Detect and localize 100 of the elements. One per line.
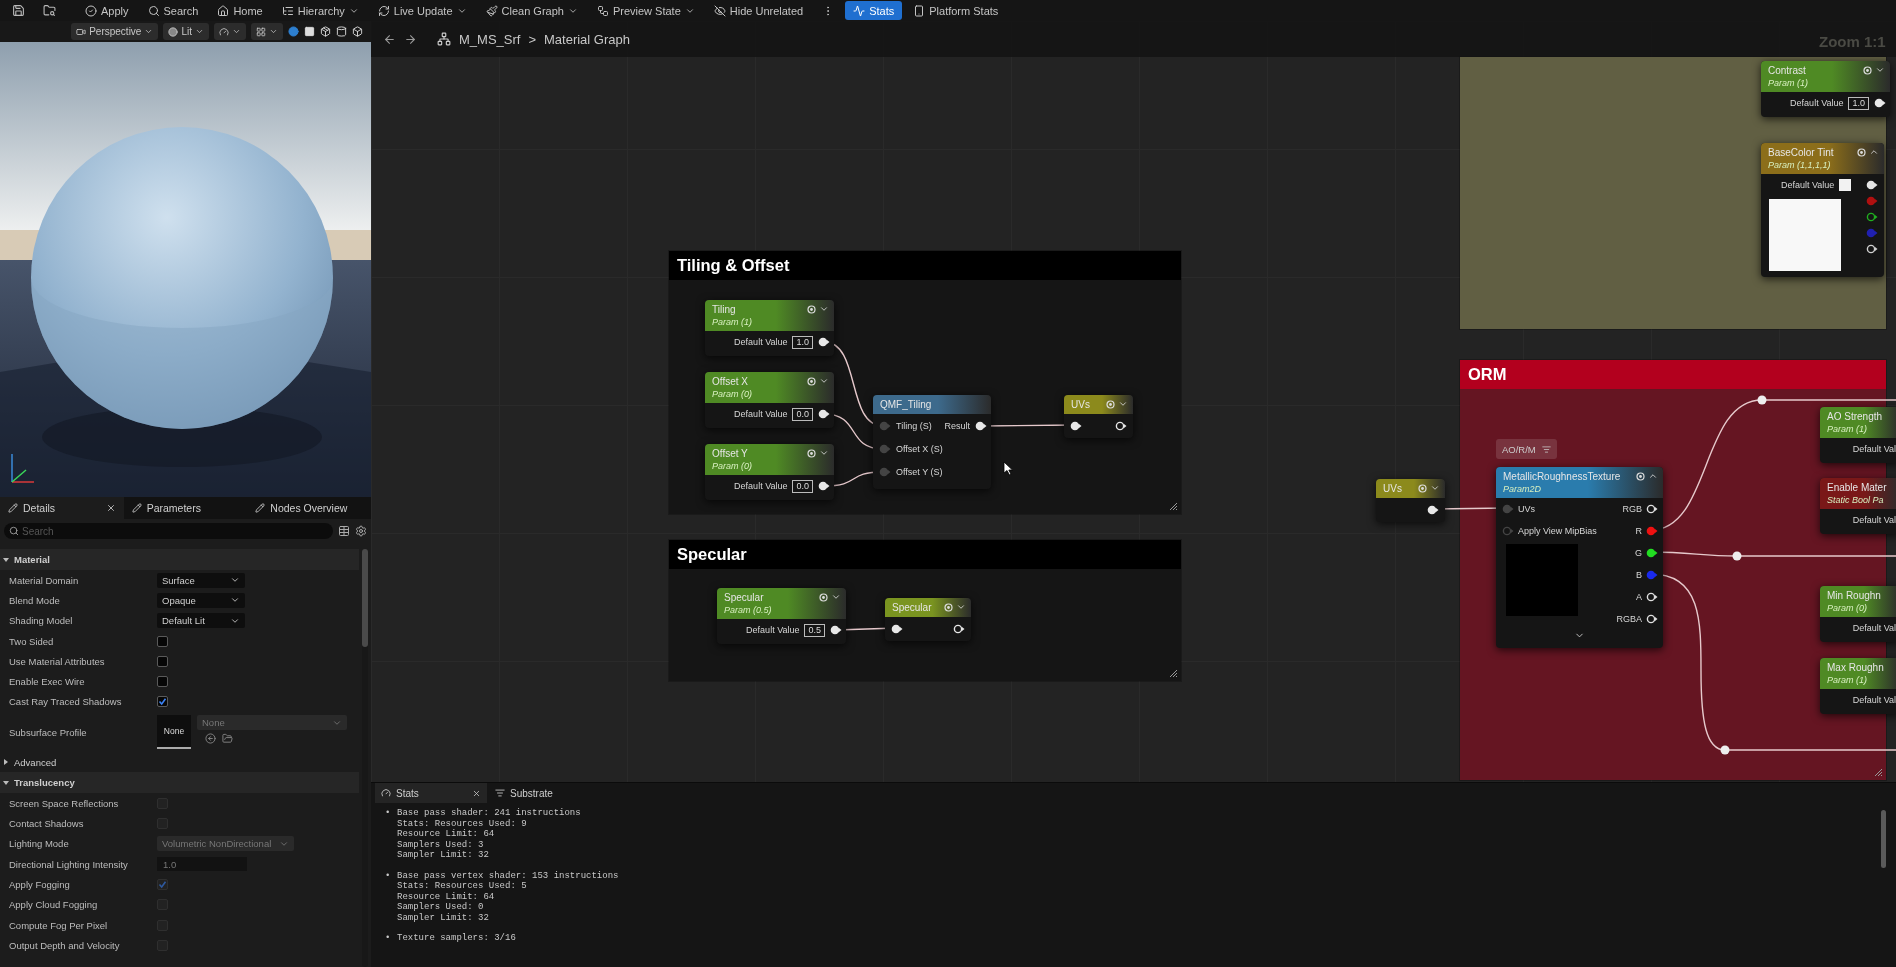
color-swatch[interactable] xyxy=(1839,179,1852,191)
graph-node[interactable]: Min Roughn Param (0) Default Val xyxy=(1820,586,1896,642)
scrollbar[interactable] xyxy=(1881,810,1886,868)
bullet: • xyxy=(385,808,392,820)
checkbox[interactable] xyxy=(157,635,168,647)
node-header[interactable]: Contrast Param (1) xyxy=(1761,61,1890,92)
pin-icon[interactable] xyxy=(1866,180,1878,190)
group-header[interactable]: Advanced xyxy=(0,752,359,773)
graph-node[interactable]: Offset X Param (0) Default Value 0.0 xyxy=(705,372,834,428)
expander-icon[interactable] xyxy=(2,778,10,787)
toolbar-button[interactable]: Apply xyxy=(77,1,137,20)
circle-dot-icon xyxy=(807,376,816,386)
property-label: Compute Fog Per Pixel xyxy=(9,919,109,931)
node-title: Tiling xyxy=(712,303,737,316)
chevron-down-icon xyxy=(269,27,278,36)
pin-icon[interactable] xyxy=(953,624,965,634)
node-header[interactable]: Tiling Param (1) xyxy=(705,300,834,331)
pin-icon[interactable] xyxy=(830,625,842,635)
node-header[interactable]: QMF_Tiling xyxy=(873,395,991,414)
viewport-dropdown[interactable] xyxy=(214,23,246,40)
dropdown[interactable]: Default Lit xyxy=(157,613,245,629)
value-field[interactable]: 0.5 xyxy=(804,623,825,637)
toolbar-button[interactable]: Search xyxy=(139,1,207,20)
reroute-knot[interactable] xyxy=(1757,395,1767,405)
breadcrumb-link[interactable]: M_MS_Srf xyxy=(459,31,521,47)
panel-tab[interactable]: Details xyxy=(0,497,124,519)
pin-icon[interactable] xyxy=(1646,548,1658,558)
pin-icon[interactable] xyxy=(1874,98,1886,108)
toolbar-button[interactable]: Hide Unrelated xyxy=(705,1,812,20)
breadcrumb-separator: > xyxy=(528,31,536,47)
graph-node[interactable]: QMF_Tiling Tiling (S) Offset X (S) Offset Y (S) Result xyxy=(873,395,991,489)
value-field[interactable]: 1.0 xyxy=(1848,96,1869,110)
toolbar-button[interactable]: Stats xyxy=(845,1,903,20)
value-field[interactable]: 0.0 xyxy=(792,407,813,421)
node-header[interactable]: Max Roughn Param (1) xyxy=(1820,658,1896,689)
property-label: Two Sided xyxy=(9,635,55,647)
node-header[interactable]: BaseColor Tint Param (1,1,1,1) xyxy=(1761,143,1884,174)
toolbar-button[interactable]: Home xyxy=(209,1,271,20)
node-subtitle: Param (0) xyxy=(712,460,752,472)
toolbar-button[interactable]: Hierarchy xyxy=(273,1,367,20)
node-header[interactable]: Min Roughn Param (0) xyxy=(1820,586,1896,617)
graph-node[interactable]: Tiling Param (1) Default Value 1.0 xyxy=(705,300,834,356)
graph-node[interactable]: Offset Y Param (0) Default Value 0.0 xyxy=(705,444,834,500)
value-field[interactable]: 0.0 xyxy=(792,479,813,493)
pin-icon[interactable] xyxy=(1866,244,1878,254)
scrollbar[interactable] xyxy=(362,549,368,967)
comment-title[interactable]: ORM xyxy=(1460,360,1886,389)
value-field[interactable]: 1.0 xyxy=(792,335,813,349)
comment-title[interactable]: Specular xyxy=(669,540,1181,569)
pin-icon[interactable] xyxy=(1646,592,1658,602)
viewport-dropdown[interactable]: Perspective xyxy=(71,23,159,40)
pin-icon[interactable] xyxy=(1427,505,1439,515)
panel-tab[interactable]: Substrate xyxy=(489,783,569,803)
viewport-dropdown[interactable]: Lit xyxy=(163,23,209,40)
comment-title[interactable]: Tiling & Offset xyxy=(669,251,1181,280)
node-header[interactable]: Specular Param (0.5) xyxy=(717,588,846,619)
resize-grip-icon xyxy=(1874,768,1883,777)
checkbox[interactable] xyxy=(157,655,168,667)
panel-tab[interactable]: Stats xyxy=(375,783,487,803)
toolbar-button[interactable]: Preview State xyxy=(588,1,703,20)
category-header[interactable]: Material xyxy=(0,549,359,570)
toolbar-button[interactable]: Clean Graph xyxy=(477,1,586,20)
pin-icon[interactable] xyxy=(818,337,830,347)
dropdown[interactable]: Opaque xyxy=(157,592,245,608)
pin-icon[interactable] xyxy=(1866,212,1878,222)
category-header[interactable]: Translucency xyxy=(0,772,359,794)
graph-node[interactable]: Contrast Param (1) Default Value 1.0 xyxy=(1761,61,1890,117)
node-header[interactable]: Offset X Param (0) xyxy=(705,372,834,403)
expander-icon[interactable] xyxy=(2,555,10,564)
graph-node[interactable]: AO Strength Param (1) Default Val xyxy=(1820,407,1896,463)
graph-node[interactable]: Max Roughn Param (1) Default Val xyxy=(1820,658,1896,714)
toolbar-button[interactable]: Platform Stats xyxy=(905,1,1007,20)
property-label: Contact Shadows xyxy=(9,818,85,829)
node-title: Specular xyxy=(724,591,765,604)
expander-icon[interactable] xyxy=(2,758,10,767)
toolbar-button[interactable]: Live Update xyxy=(369,1,475,20)
graph-node[interactable]: Enable Mater Static Bool Pa Default Val xyxy=(1820,478,1896,534)
node-header[interactable]: AO Strength Param (1) xyxy=(1820,407,1896,438)
graph-node[interactable]: Specular Param (0.5) Default Value 0.5 xyxy=(717,588,846,644)
pin-icon[interactable] xyxy=(1070,421,1082,431)
checkbox[interactable] xyxy=(157,696,168,708)
pin-icon[interactable] xyxy=(891,624,903,634)
reroute-knot[interactable] xyxy=(1720,745,1730,755)
pin-icon[interactable] xyxy=(1646,614,1658,624)
graph-node[interactable]: BaseColor Tint Param (1,1,1,1) Default Value xyxy=(1761,143,1884,277)
search-field[interactable]: Search xyxy=(4,523,333,539)
viewport-dropdown[interactable] xyxy=(251,23,283,40)
pin-icon[interactable] xyxy=(1115,421,1127,431)
node-header[interactable]: MetallicRoughnessTexture Param2D xyxy=(1496,467,1663,498)
reroute-knot[interactable] xyxy=(1732,551,1742,561)
pin-label: Offset Y (S) xyxy=(896,466,943,477)
node-header[interactable]: Enable Mater Static Bool Pa xyxy=(1820,478,1896,509)
pin-icon[interactable] xyxy=(818,481,830,491)
pin-icon[interactable] xyxy=(1646,504,1658,514)
node-header[interactable]: Offset Y Param (0) xyxy=(705,444,834,475)
pin-icon[interactable] xyxy=(818,409,830,419)
pin-icon[interactable] xyxy=(975,420,987,431)
checkbox[interactable] xyxy=(157,676,168,688)
property-label: Apply Fogging xyxy=(9,878,71,890)
dropdown[interactable]: Surface xyxy=(157,572,245,588)
